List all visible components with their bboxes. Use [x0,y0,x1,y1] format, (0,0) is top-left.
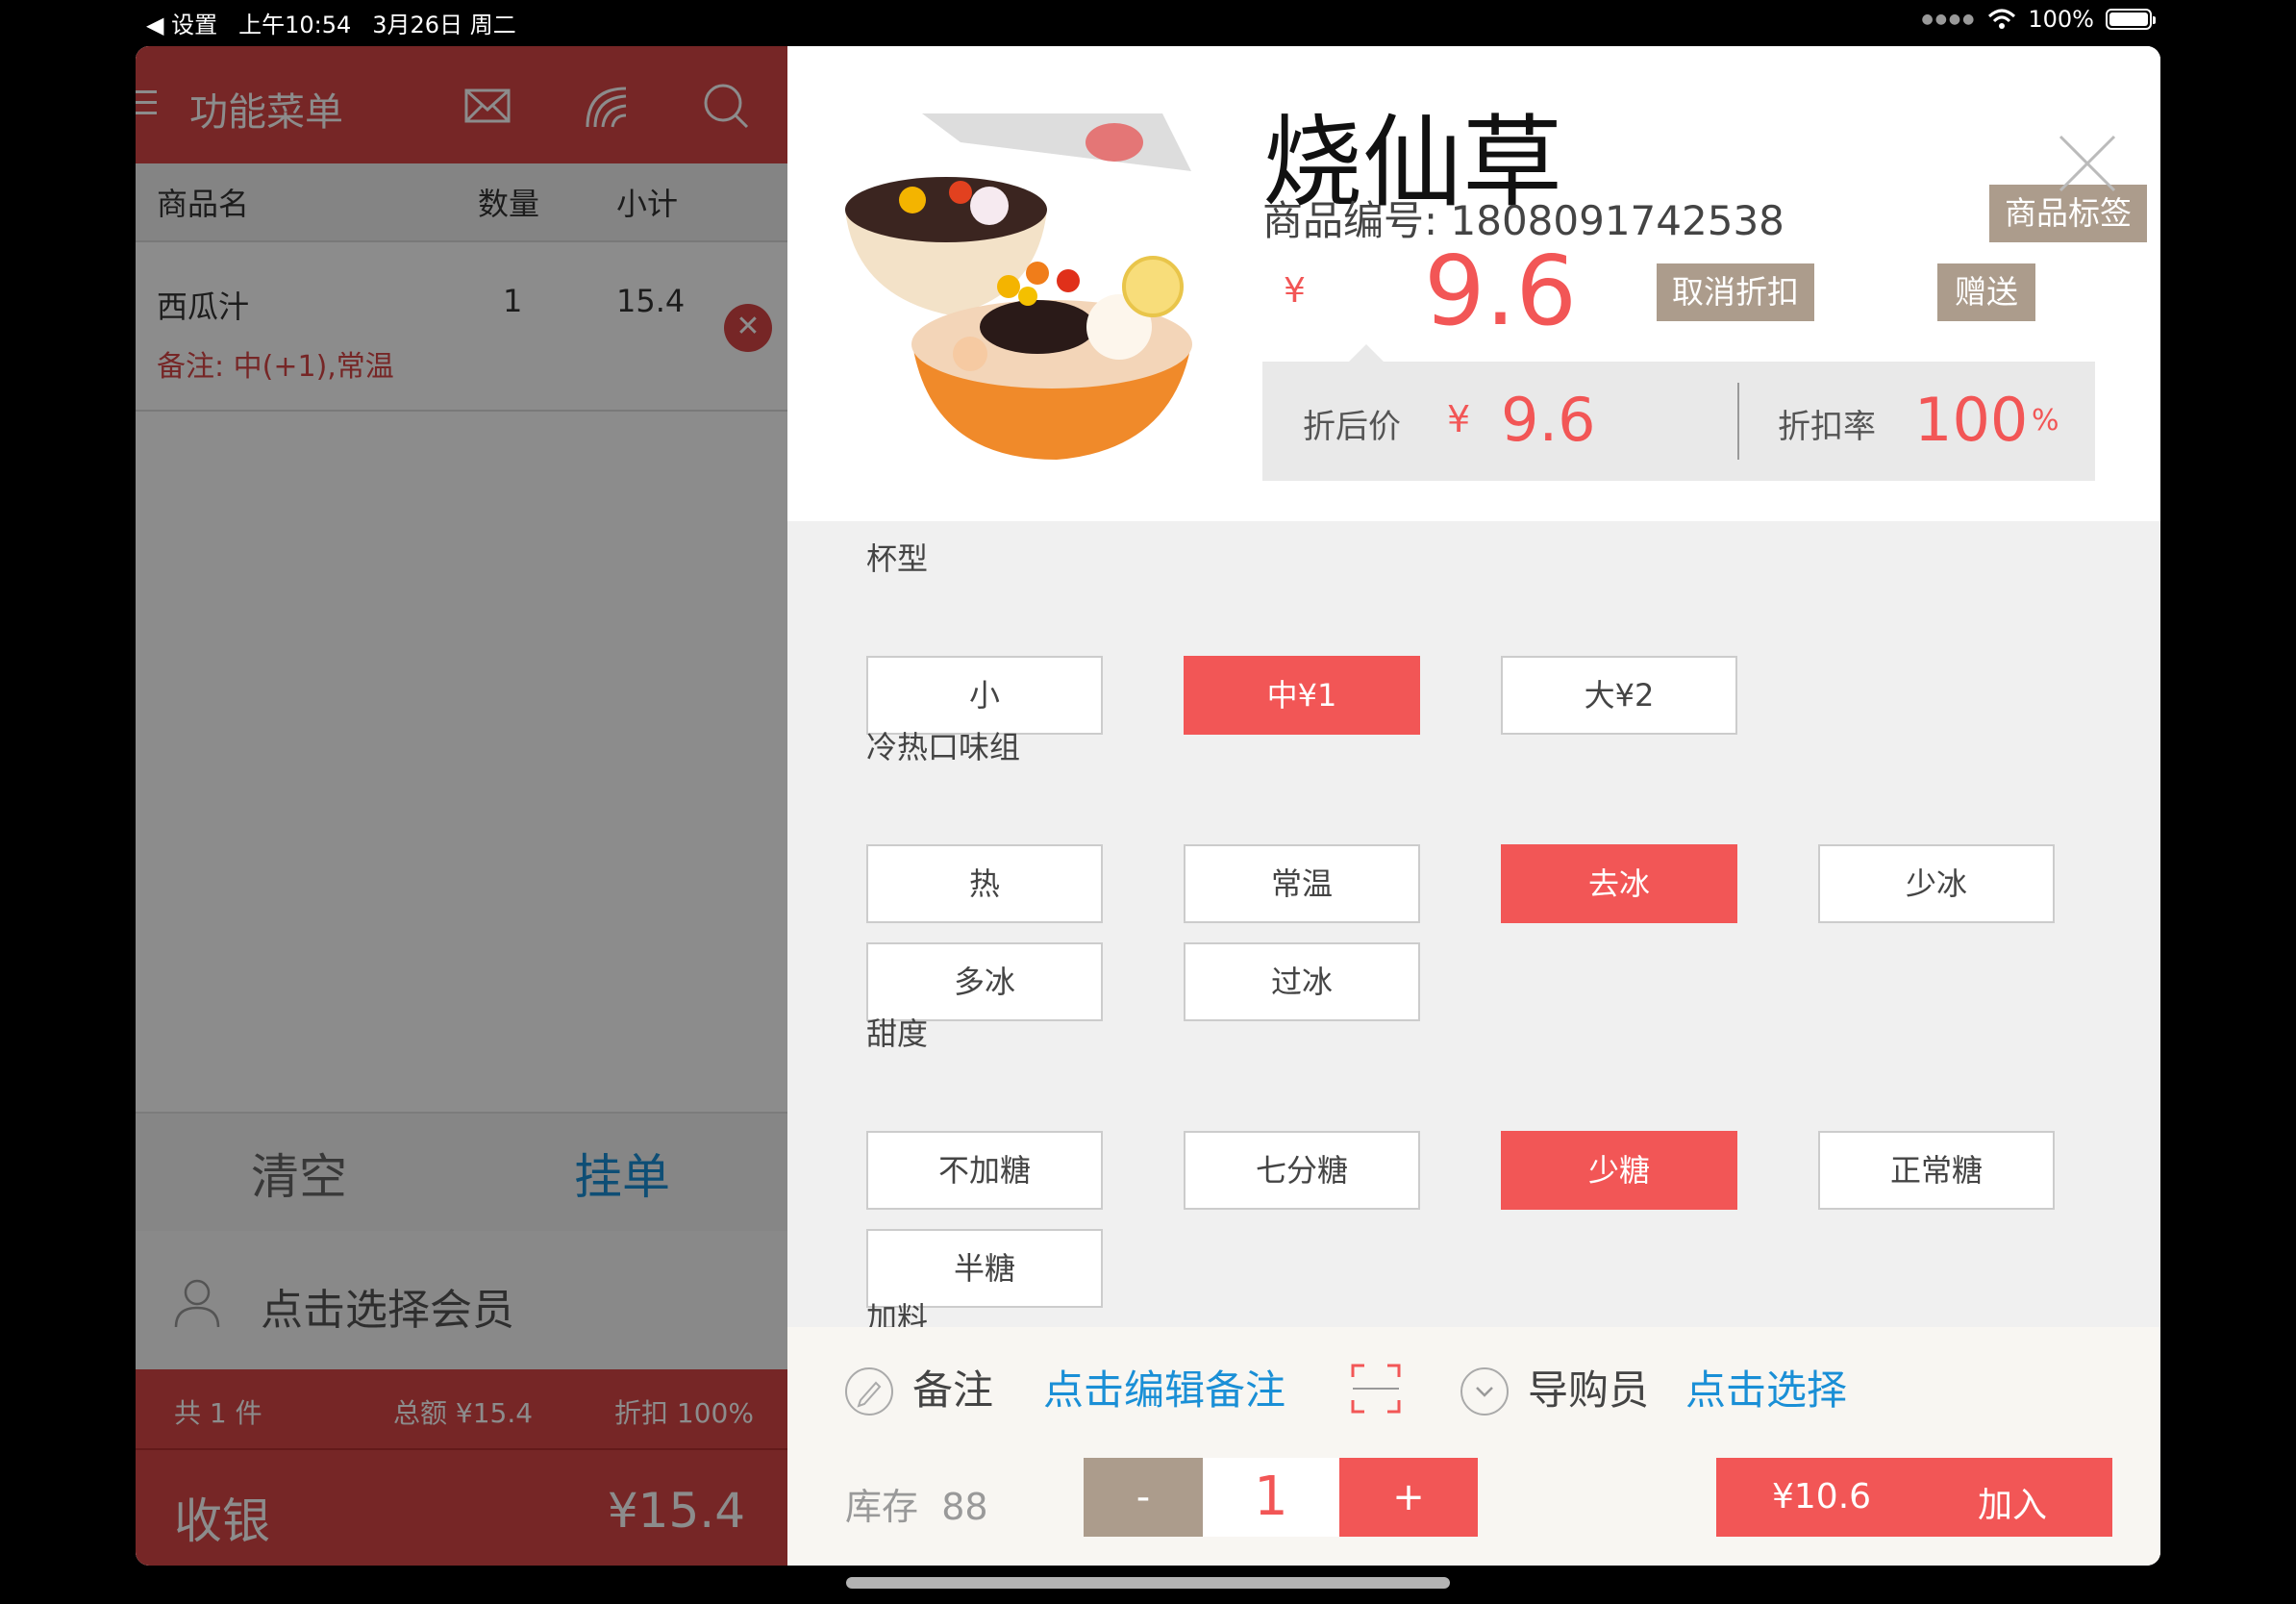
hang-order-button[interactable]: 挂单 [574,1139,670,1208]
product-photo [845,104,1205,464]
summary-discount: 折扣 100% [614,1397,754,1429]
menu-title[interactable]: 功能菜单 [189,81,343,137]
member-placeholder: 点击选择会员 [261,1286,514,1335]
chevron-down-icon[interactable] [1460,1367,1509,1416]
mail-icon[interactable] [462,81,512,131]
gift-button[interactable]: 赠送 [1937,263,2035,321]
remark-guide-bar: 备注 点击编辑备注 导购员 点击选择 [787,1327,2160,1446]
clear-button[interactable]: 清空 [251,1139,347,1208]
after-price-currency: ¥ [1447,398,1471,440]
pencil-icon [845,1367,893,1416]
option-less-ice[interactable]: 少冰 [1818,844,2055,923]
edit-remark-link[interactable]: 点击编辑备注 [1043,1358,1285,1416]
app-window: 功能菜单 商品名 数量 小计 西瓜汁 1 15.4 备注: 中(+1),常温 ✕ [136,46,2160,1566]
home-indicator[interactable] [846,1577,1450,1589]
order-item-name: 西瓜汁 [157,288,250,325]
after-price-value[interactable]: 9.6 [1501,385,1596,455]
option-extra-ice[interactable]: 过冰 [1184,942,1420,1021]
add-to-order-button[interactable]: ¥10.6 加入 [1716,1458,2112,1537]
status-bar: ◀ 设置 上午10:54 3月26日 周二 ●●●● 100% [0,0,2296,38]
summary-total: 总额 ¥15.4 [393,1397,534,1429]
delete-item-icon[interactable]: ✕ [724,304,772,352]
decrease-button[interactable]: - [1084,1458,1203,1537]
increase-button[interactable]: + [1339,1458,1478,1537]
quantity-bar: 库存 88 - 1 + ¥10.6 加入 [787,1446,2160,1566]
order-actions: 清空 挂单 [136,1112,787,1231]
guide-label: 导购员 [1528,1366,1650,1414]
order-item-qty: 1 [503,283,523,319]
col-qty: 数量 [478,186,540,222]
quantity-input[interactable]: 1 [1203,1458,1339,1537]
group-label-sweetness: 甜度 [866,1015,929,1052]
order-item-subtotal: 15.4 [616,283,686,319]
back-to-settings[interactable]: ◀ 设置 [146,6,217,39]
product-detail-modal: 烧仙草 商品编号: 1808091742538 商品标签 ¥ 9.6 取消折扣 … [787,46,2160,1566]
wifi-icon [1988,9,2016,29]
option-hot[interactable]: 热 [866,844,1103,923]
menu-icon[interactable] [136,90,157,119]
options-panel[interactable]: 杯型 小 中¥1 大¥2 冷热口味组 热 常温 去冰 少冰 多冰 过冰 甜度 不… [787,521,2160,1327]
select-guide-link[interactable]: 点击选择 [1685,1358,1847,1416]
order-table-header: 商品名 数量 小计 [136,163,787,242]
order-pane: 功能菜单 商品名 数量 小计 西瓜汁 1 15.4 备注: 中(+1),常温 ✕ [136,46,787,1566]
search-icon[interactable] [701,81,751,131]
discount-rate-value[interactable]: 100 [1914,385,2028,455]
summary-count: 共 1 件 [174,1397,262,1429]
member-selector[interactable]: 点击选择会员 [136,1231,787,1369]
option-normal-sugar[interactable]: 正常糖 [1818,1131,2055,1210]
option-no-ice[interactable]: 去冰 [1501,844,1737,923]
group-label-toppings: 加料 [866,1300,929,1327]
close-icon[interactable] [2057,133,2118,194]
option-cup-medium[interactable]: 中¥1 [1184,656,1420,735]
product-price: 9.6 [1424,235,1578,347]
status-time: 上午10:54 [238,12,352,38]
checkout-label: 收银 [174,1493,270,1549]
order-summary: 共 1 件 总额 ¥15.4 折扣 100% [136,1369,787,1450]
product-header: 烧仙草 商品编号: 1808091742538 商品标签 ¥ 9.6 取消折扣 … [787,46,2160,521]
percent-sign: % [2032,404,2059,438]
option-no-sugar[interactable]: 不加糖 [866,1131,1103,1210]
option-room-temp[interactable]: 常温 [1184,844,1420,923]
col-subtotal: 小计 [616,186,679,222]
signal-icon[interactable] [582,81,632,131]
order-row[interactable]: 西瓜汁 1 15.4 备注: 中(+1),常温 [136,242,787,412]
status-date: 3月26日 周二 [372,12,516,38]
user-icon [174,1279,220,1328]
option-seventy-sugar[interactable]: 七分糖 [1184,1131,1420,1210]
cancel-discount-button[interactable]: 取消折扣 [1657,263,1814,321]
option-cup-large[interactable]: 大¥2 [1501,656,1737,735]
price-currency: ¥ [1284,271,1306,311]
add-label: 加入 [1978,1486,2048,1525]
battery-percent: 100% [2028,6,2094,33]
after-price-label: 折后价 [1303,408,1401,446]
stock-value: 88 [941,1486,988,1528]
signal-dots-icon: ●●●● [1921,12,1977,27]
discount-box: 折后价 ¥ 9.6 折扣率 100 % [1262,344,2095,481]
left-header: 功能菜单 [136,46,787,163]
stock-label: 库存 [845,1486,919,1528]
stock-info: 库存 88 [845,1477,988,1530]
group-label-cup: 杯型 [866,540,929,577]
group-label-temp: 冷热口味组 [866,729,1021,765]
scan-icon[interactable] [1351,1364,1401,1414]
option-less-sugar[interactable]: 少糖 [1501,1131,1737,1210]
order-item-remark: 备注: 中(+1),常温 [157,350,394,384]
discount-rate-label: 折扣率 [1778,408,1876,446]
add-price: ¥10.6 [1772,1477,1872,1516]
col-name: 商品名 [157,186,250,222]
checkout-amount: ¥15.4 [607,1483,745,1539]
remark-label: 备注 [912,1366,994,1414]
divider [1737,383,1739,460]
battery-icon [2106,9,2156,30]
checkout-button[interactable]: 收银 ¥15.4 [136,1450,787,1566]
